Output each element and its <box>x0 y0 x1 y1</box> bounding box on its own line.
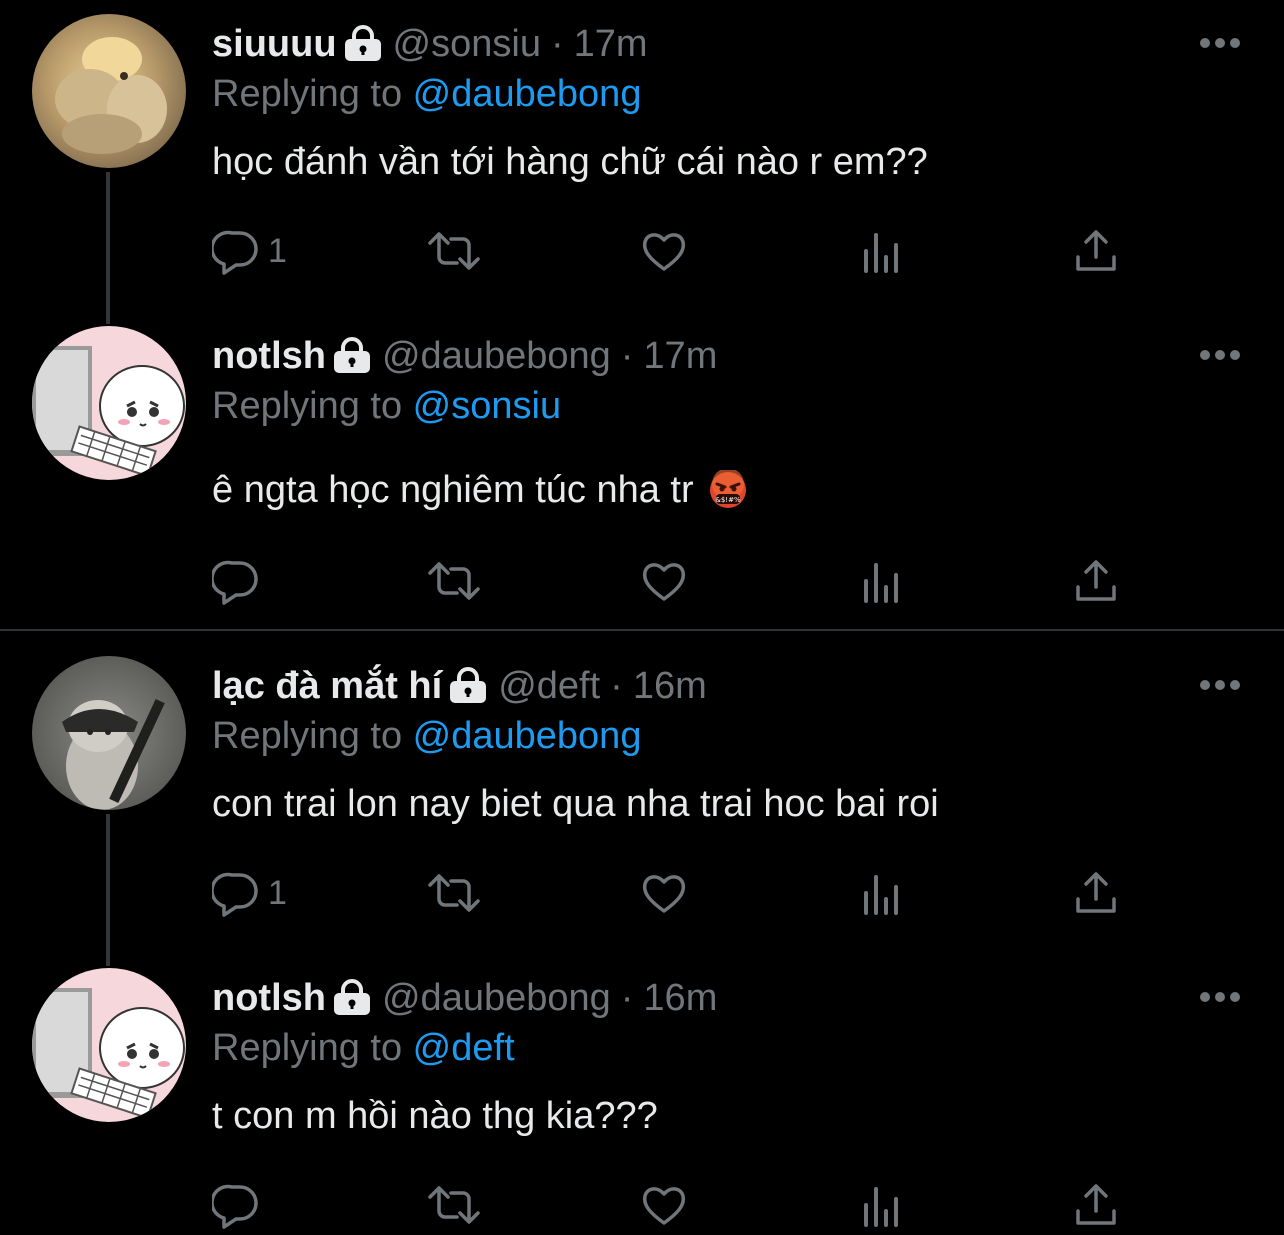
more-icon[interactable] <box>1198 36 1242 50</box>
views-button[interactable] <box>858 868 906 918</box>
timestamp[interactable]: 17m <box>643 334 717 378</box>
mention-link[interactable]: @daubebong <box>413 73 642 115</box>
share-button[interactable] <box>1072 556 1120 606</box>
separator: · <box>550 23 564 65</box>
replying-label: Replying to <box>212 73 413 115</box>
reply-icon <box>212 1184 258 1229</box>
retweet-button[interactable] <box>426 226 482 276</box>
reply-icon <box>212 560 258 605</box>
action-bar: 1 <box>0 868 1284 918</box>
separator: · <box>620 335 634 377</box>
mention-link[interactable]: @deft <box>413 1027 515 1069</box>
reply-icon <box>212 230 258 275</box>
retweet-icon <box>428 874 480 912</box>
avatar[interactable] <box>32 656 186 810</box>
reply-icon <box>212 872 258 917</box>
share-button[interactable] <box>1072 1180 1120 1230</box>
views-icon <box>864 875 898 915</box>
tweet-text: ê ngta học nghiêm túc nha tr <box>212 469 694 511</box>
like-button[interactable] <box>640 556 688 606</box>
action-bar: 1 <box>0 226 1284 276</box>
display-name[interactable]: notlsh <box>212 334 326 378</box>
tweet-text: t con m hồi nào thg kia??? <box>212 1095 658 1137</box>
more-icon[interactable] <box>1198 990 1242 1004</box>
share-icon <box>1076 230 1116 271</box>
timestamp[interactable]: 17m <box>574 22 648 66</box>
replying-label: Replying to <box>212 1027 413 1069</box>
timestamp[interactable]: 16m <box>633 664 707 708</box>
more-icon[interactable] <box>1198 678 1242 692</box>
mention-link[interactable]: @sonsiu <box>413 385 561 427</box>
reply-count: 1 <box>268 231 287 270</box>
display-name[interactable]: siuuuu <box>212 22 337 66</box>
share-button[interactable] <box>1072 226 1120 276</box>
like-icon <box>642 1187 686 1225</box>
tweet-text: con trai lon nay biet qua nha trai hoc b… <box>212 783 939 825</box>
reply-button[interactable]: 1 <box>212 868 287 918</box>
views-icon <box>864 1187 898 1227</box>
retweet-icon <box>428 1186 480 1224</box>
like-button[interactable] <box>640 226 688 276</box>
replying-label: Replying to <box>212 715 413 757</box>
like-icon <box>642 233 686 271</box>
tweet-text: học đánh vần tới hàng chữ cái nào r em?? <box>212 141 928 183</box>
lock-icon <box>343 25 383 63</box>
replying-to: Replying to @deft <box>212 1026 515 1070</box>
handle[interactable]: @daubebong <box>382 334 611 378</box>
action-bar <box>0 1180 1284 1230</box>
like-button[interactable] <box>640 868 688 918</box>
views-button[interactable] <box>858 226 906 276</box>
lock-icon <box>332 337 372 375</box>
reply-button[interactable]: 1 <box>212 226 287 276</box>
replying-to: Replying to @daubebong <box>212 72 641 116</box>
avatar[interactable] <box>32 968 186 1122</box>
views-button[interactable] <box>858 1180 906 1230</box>
action-bar <box>0 556 1284 606</box>
views-icon <box>864 563 898 603</box>
reply-count: 1 <box>268 873 287 912</box>
handle[interactable]: @sonsiu <box>393 22 541 66</box>
replying-to: Replying to @sonsiu <box>212 384 561 428</box>
share-icon <box>1076 560 1116 601</box>
retweet-icon <box>428 562 480 600</box>
lock-icon <box>448 667 488 705</box>
retweet-button[interactable] <box>426 1180 482 1230</box>
avatar[interactable] <box>32 14 186 168</box>
mention-link[interactable]: @daubebong <box>413 715 642 757</box>
views-icon <box>864 233 898 273</box>
like-icon <box>642 563 686 601</box>
display-name[interactable]: lạc đà mắt hí <box>212 664 442 708</box>
views-button[interactable] <box>858 556 906 606</box>
like-button[interactable] <box>640 1180 688 1230</box>
angry-face-emoji-icon: &$!#% <box>708 468 748 510</box>
reply-button[interactable] <box>212 1180 268 1230</box>
more-icon[interactable] <box>1198 348 1242 362</box>
separator: · <box>610 665 623 707</box>
share-icon <box>1076 1184 1116 1225</box>
avatar[interactable] <box>32 326 186 480</box>
share-button[interactable] <box>1072 868 1120 918</box>
retweet-icon <box>428 232 480 270</box>
reply-button[interactable] <box>212 556 268 606</box>
separator: · <box>620 977 634 1019</box>
replying-label: Replying to <box>212 385 413 427</box>
like-icon <box>642 875 686 913</box>
handle[interactable]: @daubebong <box>382 976 611 1020</box>
lock-icon <box>332 979 372 1017</box>
share-icon <box>1076 872 1116 913</box>
thread-divider <box>0 629 1284 631</box>
retweet-button[interactable] <box>426 868 482 918</box>
handle[interactable]: @deft <box>498 664 600 708</box>
svg-text:&$!#%: &$!#% <box>715 496 741 504</box>
display-name[interactable]: notlsh <box>212 976 326 1020</box>
timestamp[interactable]: 16m <box>643 976 717 1020</box>
retweet-button[interactable] <box>426 556 482 606</box>
replying-to: Replying to @daubebong <box>212 714 641 758</box>
